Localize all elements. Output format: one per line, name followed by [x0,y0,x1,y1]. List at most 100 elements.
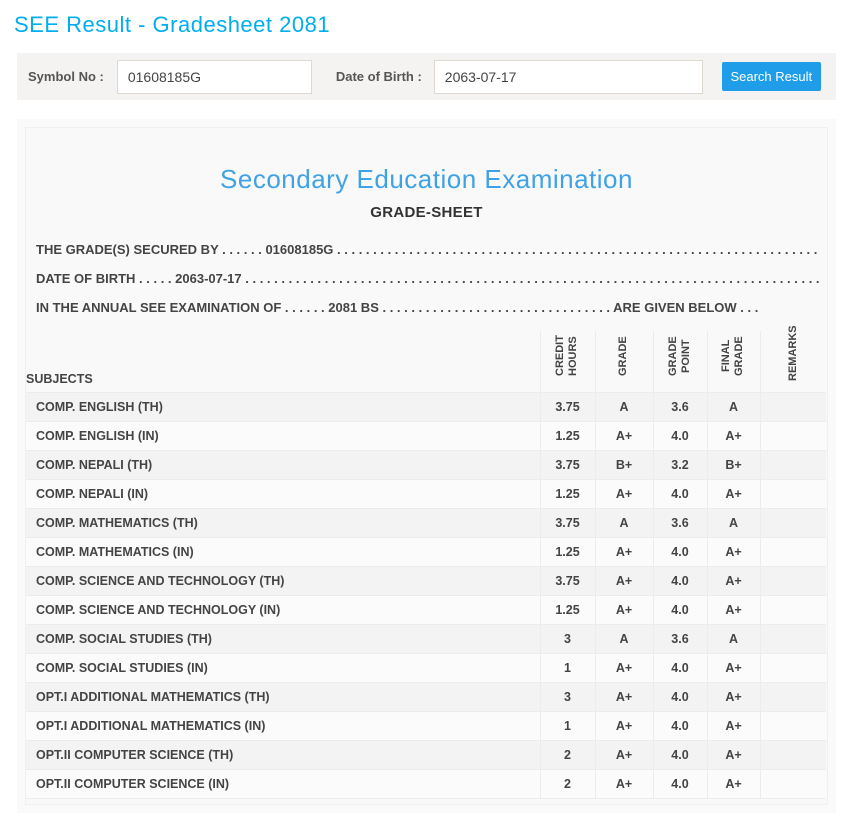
final-grade-cell: A+ [707,422,760,451]
credit-hours-cell: 2 [540,770,595,799]
grade-point-cell: 4.0 [653,538,707,567]
credit-hours-cell: 1.25 [540,596,595,625]
grade-point-cell: 4.0 [653,480,707,509]
col-header-final-grade: FINAL GRADE [707,331,760,393]
page-title: SEE Result - Gradesheet 2081 [14,12,853,38]
remarks-cell [760,712,826,741]
final-grade-cell: A+ [707,770,760,799]
col-header-subjects: SUBJECTS [26,331,540,393]
gpa-summary: GRADE POINT AVERAGE (GPA) : 3.77 [26,799,827,805]
gradesheet-subheading: GRADE-SHEET [26,204,827,221]
table-header-row: SUBJECTS CREDIT HOURS GRADE GRADE POINT … [26,331,826,393]
remarks-cell [760,422,826,451]
remarks-cell [760,770,826,799]
remarks-cell [760,741,826,770]
table-row: COMP. SCIENCE AND TECHNOLOGY (IN) 1.25 A… [26,596,826,625]
date-of-birth-line: DATE OF BIRTH . . . . . 2063-07-17 . . .… [34,264,819,293]
final-grade-cell: A+ [707,741,760,770]
subject-cell: COMP. NEPALI (IN) [26,480,540,509]
subject-cell: OPT.II COMPUTER SCIENCE (TH) [26,741,540,770]
col-header-credit-hours: CREDIT HOURS [540,331,595,393]
exam-year-line: IN THE ANNUAL SEE EXAMINATION OF . . . .… [34,293,819,322]
exam-heading: Secondary Education Examination [26,164,827,195]
grade-cell: A [595,509,653,538]
symbol-no-input[interactable] [117,60,312,94]
final-grade-cell: A+ [707,596,760,625]
grade-point-cell: 3.6 [653,393,707,422]
search-bar: Symbol No : Date of Birth : Search Resul… [17,53,836,100]
table-row: COMP. SOCIAL STUDIES (TH) 3 A 3.6 A [26,625,826,654]
remarks-cell [760,683,826,712]
credit-hours-cell: 3 [540,683,595,712]
table-row: COMP. SOCIAL STUDIES (IN) 1 A+ 4.0 A+ [26,654,826,683]
grade-point-cell: 4.0 [653,683,707,712]
grade-point-cell: 3.6 [653,625,707,654]
credit-hours-cell: 3.75 [540,393,595,422]
grade-cell: A+ [595,654,653,683]
grade-point-cell: 4.0 [653,567,707,596]
remarks-cell [760,509,826,538]
final-grade-cell: A [707,509,760,538]
subject-cell: COMP. ENGLISH (TH) [26,393,540,422]
result-panel-outer: Secondary Education Examination GRADE-SH… [17,119,836,813]
credit-hours-cell: 1 [540,712,595,741]
table-row: OPT.I ADDITIONAL MATHEMATICS (TH) 3 A+ 4… [26,683,826,712]
table-row: COMP. ENGLISH (IN) 1.25 A+ 4.0 A+ [26,422,826,451]
grade-cell: A+ [595,712,653,741]
grade-cell: A+ [595,567,653,596]
grade-cell: A+ [595,538,653,567]
final-grade-cell: A+ [707,683,760,712]
subject-cell: COMP. SCIENCE AND TECHNOLOGY (IN) [26,596,540,625]
remarks-cell [760,567,826,596]
table-row: OPT.II COMPUTER SCIENCE (IN) 2 A+ 4.0 A+ [26,770,826,799]
grade-cell: A [595,393,653,422]
subject-cell: OPT.I ADDITIONAL MATHEMATICS (IN) [26,712,540,741]
credit-hours-cell: 1.25 [540,480,595,509]
grade-cell: A+ [595,683,653,712]
grade-point-cell: 4.0 [653,596,707,625]
credit-hours-cell: 3.75 [540,451,595,480]
table-row: COMP. MATHEMATICS (IN) 1.25 A+ 4.0 A+ [26,538,826,567]
grade-cell: B+ [595,451,653,480]
grade-cell: A+ [595,422,653,451]
credit-hours-cell: 3.75 [540,509,595,538]
date-of-birth-label: Date of Birth : [336,69,422,84]
subject-cell: OPT.I ADDITIONAL MATHEMATICS (TH) [26,683,540,712]
subject-cell: COMP. NEPALI (TH) [26,451,540,480]
remarks-cell [760,625,826,654]
remarks-cell [760,538,826,567]
final-grade-cell: B+ [707,451,760,480]
secured-by-line: THE GRADE(S) SECURED BY . . . . . . 0160… [34,235,819,264]
search-result-button[interactable]: Search Result [722,62,821,91]
final-grade-cell: A+ [707,567,760,596]
table-row: COMP. SCIENCE AND TECHNOLOGY (TH) 3.75 A… [26,567,826,596]
grade-point-cell: 3.6 [653,509,707,538]
final-grade-cell: A+ [707,654,760,683]
col-header-grade-point: GRADE POINT [653,331,707,393]
table-row: COMP. NEPALI (IN) 1.25 A+ 4.0 A+ [26,480,826,509]
credit-hours-cell: 3 [540,625,595,654]
table-row: COMP. MATHEMATICS (TH) 3.75 A 3.6 A [26,509,826,538]
subject-cell: COMP. SOCIAL STUDIES (IN) [26,654,540,683]
grade-point-cell: 4.0 [653,770,707,799]
final-grade-cell: A [707,393,760,422]
table-row: OPT.II COMPUTER SCIENCE (TH) 2 A+ 4.0 A+ [26,741,826,770]
gradesheet-panel: Secondary Education Examination GRADE-SH… [25,127,828,805]
credit-hours-cell: 1 [540,654,595,683]
grade-point-cell: 3.2 [653,451,707,480]
remarks-cell [760,451,826,480]
remarks-cell [760,654,826,683]
final-grade-cell: A [707,625,760,654]
remarks-cell [760,596,826,625]
subject-cell: COMP. MATHEMATICS (TH) [26,509,540,538]
grade-point-cell: 4.0 [653,712,707,741]
final-grade-cell: A+ [707,480,760,509]
final-grade-cell: A+ [707,538,760,567]
date-of-birth-input[interactable] [434,60,703,94]
table-row: COMP. NEPALI (TH) 3.75 B+ 3.2 B+ [26,451,826,480]
credit-hours-cell: 3.75 [540,567,595,596]
col-header-remarks: REMARKS [760,331,826,393]
col-header-grade: GRADE [595,331,653,393]
grade-point-cell: 4.0 [653,654,707,683]
grade-cell: A [595,625,653,654]
